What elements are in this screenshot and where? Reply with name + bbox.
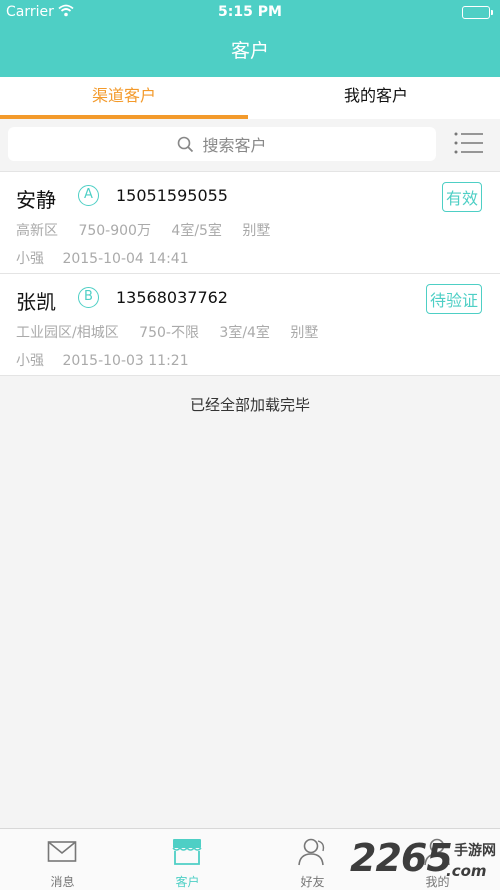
tabbar-label: 客户 xyxy=(175,875,200,889)
customer-budget: 750-不限 xyxy=(139,325,199,341)
site-watermark: 2265 手游网 .com xyxy=(350,836,500,888)
customer-row[interactable]: 安静 A 15051595055 有效 高新区 750-900万 4室/5室 别… xyxy=(0,172,500,274)
search-placeholder: 搜索客户 xyxy=(202,136,267,155)
tabbar-item-customers[interactable]: 客户 xyxy=(125,829,250,890)
status-time: 5:15 PM xyxy=(218,4,282,20)
customer-budget: 750-900万 xyxy=(78,223,151,239)
page-title: 客户 xyxy=(230,40,269,62)
customer-list: 安静 A 15051595055 有效 高新区 750-900万 4室/5室 别… xyxy=(0,171,500,376)
customer-datetime: 2015-10-04 14:41 xyxy=(62,251,189,267)
watermark-number: 2265 xyxy=(350,836,453,880)
customer-name: 安静 xyxy=(16,188,56,212)
customer-district: 高新区 xyxy=(16,223,58,239)
tabbar-item-messages[interactable]: 消息 xyxy=(0,829,125,890)
customer-name: 张凯 xyxy=(16,290,56,314)
customer-details: 高新区 750-900万 4室/5室 别墅 xyxy=(16,220,286,240)
list-menu-icon[interactable] xyxy=(454,131,484,159)
tab-channel-customers[interactable]: 渠道客户 xyxy=(0,77,248,119)
customer-layout: 4室/5室 xyxy=(171,223,222,239)
customer-property-type: 别墅 xyxy=(290,325,319,341)
watermark-site-name: 手游网 xyxy=(454,843,496,859)
friends-icon xyxy=(298,838,325,866)
load-complete-text: 已经全部加载完毕 xyxy=(189,396,310,414)
customer-agent: 小强 xyxy=(16,353,44,369)
customer-layout: 3室/4室 xyxy=(219,325,270,341)
customer-phone[interactable]: 13568037762 xyxy=(116,288,228,307)
customer-property-type: 别墅 xyxy=(242,223,271,239)
search-input[interactable]: 搜索客户 xyxy=(8,127,436,161)
customer-meta: 小强 2015-10-04 14:41 xyxy=(16,248,203,268)
customer-level-badge: B xyxy=(78,287,99,308)
customer-datetime: 2015-10-03 11:21 xyxy=(62,353,189,369)
status-bar: Carrier 5:15 PM xyxy=(0,0,500,26)
watermark-suffix: .com xyxy=(446,862,487,880)
customer-row[interactable]: 张凯 B 13568037762 待验证 工业园区/相城区 750-不限 3室/… xyxy=(0,274,500,376)
customer-details: 工业园区/相城区 750-不限 3室/4室 别墅 xyxy=(16,322,334,342)
customer-level-badge: A xyxy=(78,185,99,206)
header: Carrier 5:15 PM 客户 xyxy=(0,0,500,77)
search-icon xyxy=(178,136,194,152)
tab-my-customers[interactable]: 我的客户 xyxy=(252,77,500,119)
battery-icon xyxy=(462,6,493,19)
customer-meta: 小强 2015-10-03 11:21 xyxy=(16,350,203,370)
tabbar-label: 消息 xyxy=(50,875,75,889)
customer-phone[interactable]: 15051595055 xyxy=(116,186,228,205)
customer-agent: 小强 xyxy=(16,251,44,267)
mail-icon xyxy=(47,841,77,862)
status-badge: 有效 xyxy=(441,182,482,212)
store-icon xyxy=(172,839,202,865)
status-badge: 待验证 xyxy=(425,284,482,314)
customer-tabs: 渠道客户 我的客户 xyxy=(0,77,500,119)
search-row: 搜索客户 xyxy=(0,119,500,171)
customer-district: 工业园区/相城区 xyxy=(16,325,119,341)
